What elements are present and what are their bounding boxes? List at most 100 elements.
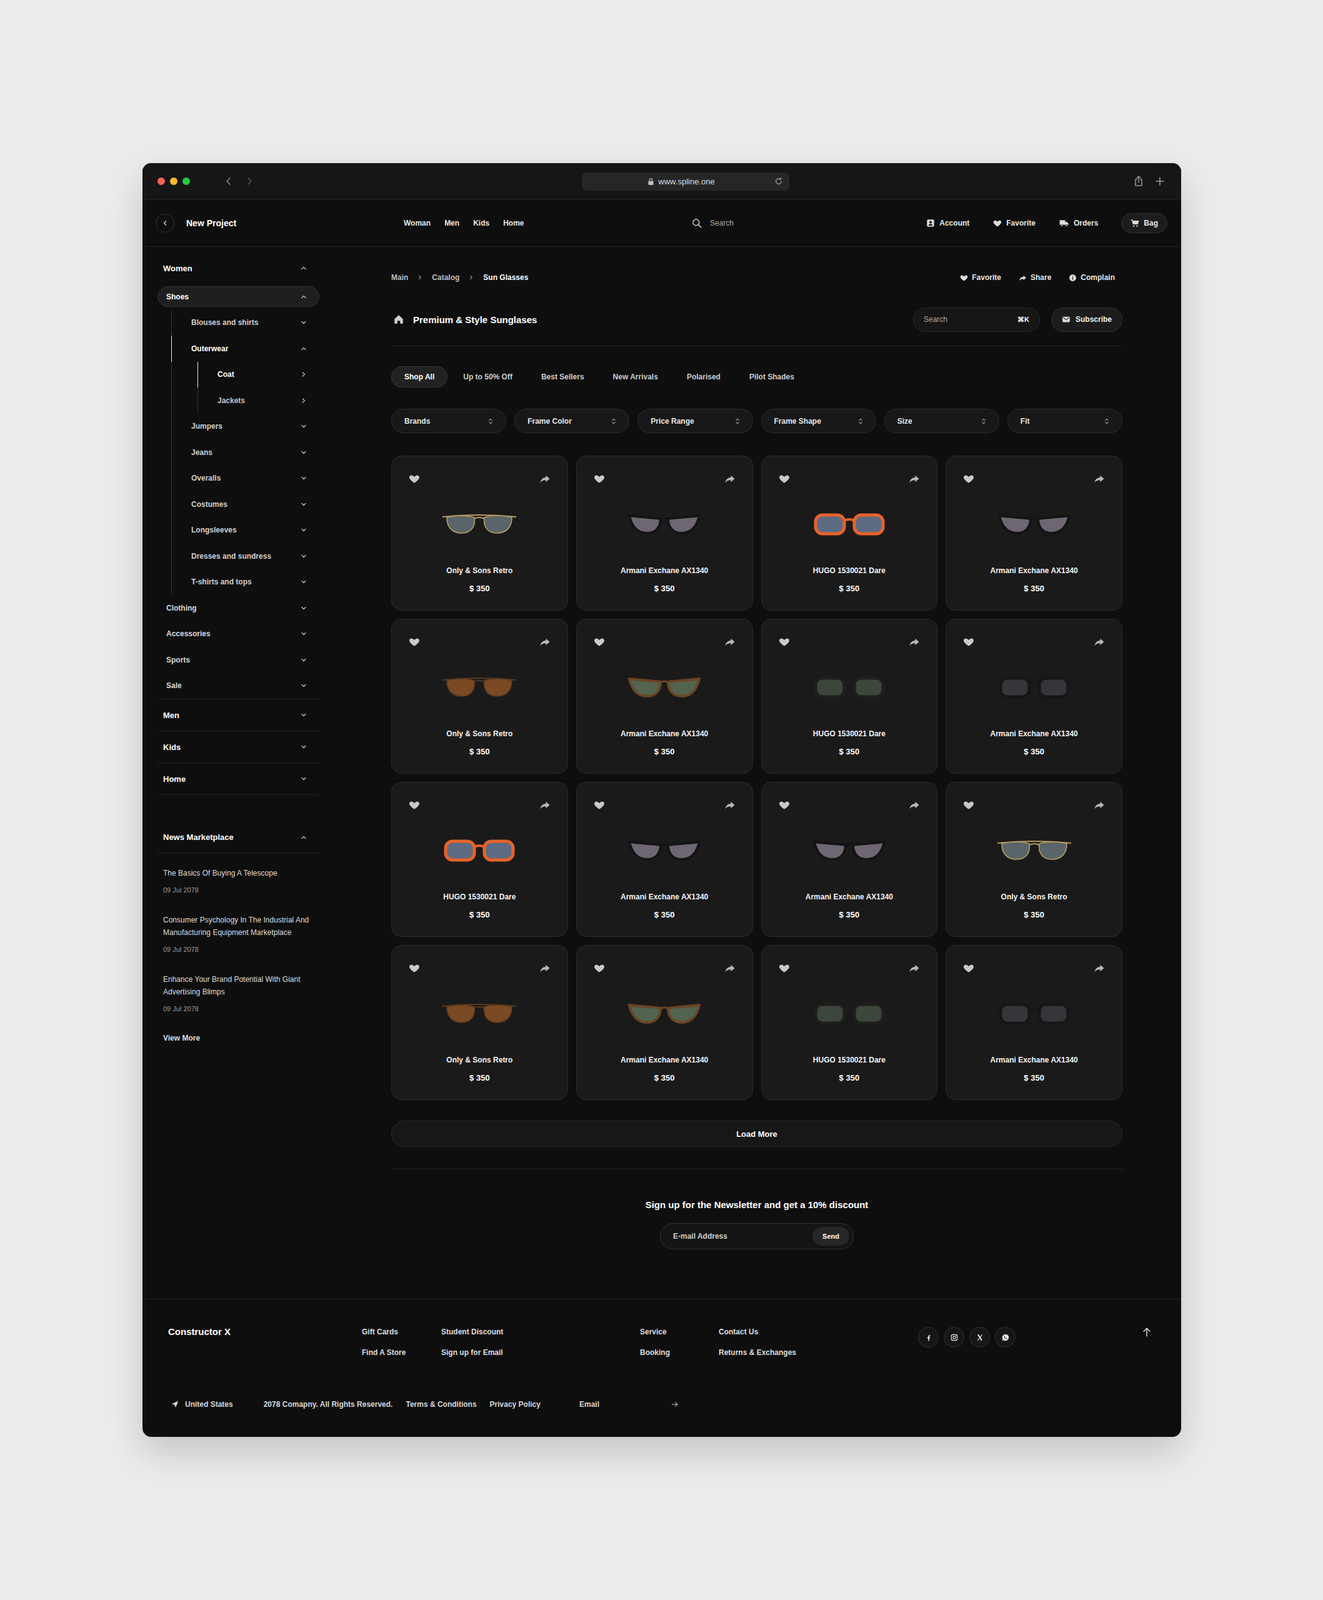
page-action[interactable]: Favorite bbox=[959, 273, 1002, 282]
product-card[interactable]: HUGO 1530021 Dare$ 350 bbox=[391, 781, 569, 937]
favorite-heart-icon[interactable] bbox=[593, 962, 605, 974]
product-card[interactable]: Armani Exchane AX1340$ 350 bbox=[945, 618, 1123, 774]
subcategory-item[interactable]: T-shirts and tops bbox=[171, 569, 320, 596]
share-icon[interactable] bbox=[1093, 962, 1105, 974]
footer-email-input[interactable]: Email bbox=[579, 1399, 680, 1409]
news-article[interactable]: Enhance Your Brand Potential With Giant … bbox=[157, 973, 320, 1015]
footer-link[interactable]: Gift Cards bbox=[361, 1325, 442, 1338]
category-item[interactable]: Sports bbox=[157, 649, 320, 670]
sidebar-section-header[interactable]: Home bbox=[157, 763, 320, 795]
footer-link[interactable]: Booking bbox=[639, 1346, 719, 1359]
minimize-button[interactable] bbox=[169, 177, 178, 185]
favorite-heart-icon[interactable] bbox=[593, 636, 605, 648]
page-action[interactable]: Complain bbox=[1068, 273, 1115, 282]
leaf-item[interactable]: Jackets bbox=[197, 387, 320, 414]
view-more-link[interactable]: View More bbox=[157, 1031, 320, 1045]
favorite-heart-icon[interactable] bbox=[408, 962, 420, 974]
breadcrumb[interactable]: Catalog bbox=[431, 273, 460, 282]
category-item[interactable]: Sale bbox=[157, 675, 320, 697]
product-card[interactable]: Armani Exchane AX1340$ 350 bbox=[761, 781, 939, 937]
filter-dropdown[interactable]: Brands bbox=[391, 408, 507, 434]
news-article[interactable]: The Basics Of Buying A Telescope09 Jul 2… bbox=[157, 866, 320, 897]
sidebar-section-header[interactable]: Women bbox=[157, 252, 320, 284]
category-item[interactable]: Accessories bbox=[157, 623, 320, 645]
subcategory-item[interactable]: Blouses and shirts bbox=[171, 309, 320, 337]
social-button[interactable] bbox=[918, 1326, 939, 1348]
legal-link[interactable]: Privacy Policy bbox=[489, 1399, 541, 1409]
subcategory-item[interactable]: Costumes bbox=[171, 491, 320, 518]
news-header[interactable]: News Marketplace bbox=[157, 821, 320, 854]
category-item[interactable]: Shoes bbox=[157, 286, 320, 307]
share-icon[interactable] bbox=[724, 962, 736, 974]
favorite-heart-icon[interactable] bbox=[778, 473, 790, 485]
product-card[interactable]: Only & Sons Retro$ 350 bbox=[391, 944, 569, 1100]
arrow-right-icon[interactable] bbox=[670, 1399, 680, 1409]
header-search[interactable]: Search bbox=[686, 217, 926, 229]
footer-link[interactable]: Contact Us bbox=[718, 1325, 919, 1338]
new-tab-icon[interactable] bbox=[1153, 174, 1167, 188]
subcategory-item[interactable]: Overalls bbox=[171, 465, 320, 492]
product-card[interactable]: Only & Sons Retro$ 350 bbox=[945, 781, 1123, 937]
favorite-heart-icon[interactable] bbox=[778, 799, 790, 811]
address-bar[interactable]: www.spline.one bbox=[581, 172, 790, 191]
product-card[interactable]: Armani Exchane AX1340$ 350 bbox=[576, 455, 754, 611]
product-card[interactable]: HUGO 1530021 Dare$ 350 bbox=[761, 944, 939, 1100]
header-action[interactable]: Orders bbox=[1058, 212, 1099, 234]
share-icon[interactable] bbox=[908, 473, 920, 485]
load-more-button[interactable]: Load More bbox=[391, 1120, 1123, 1147]
filter-dropdown[interactable]: Fit bbox=[1007, 408, 1123, 434]
page-action[interactable]: Share bbox=[1018, 273, 1052, 282]
subcategory-item[interactable]: Jumpers bbox=[171, 413, 320, 440]
favorite-heart-icon[interactable] bbox=[963, 636, 975, 648]
favorite-heart-icon[interactable] bbox=[593, 799, 605, 811]
nav-link[interactable]: Men bbox=[444, 218, 460, 228]
tab[interactable]: Up to 50% Off bbox=[449, 366, 526, 388]
favorite-heart-icon[interactable] bbox=[593, 473, 605, 485]
filter-dropdown[interactable]: Size bbox=[884, 408, 1000, 434]
product-card[interactable]: Armani Exchane AX1340$ 350 bbox=[576, 781, 754, 937]
product-card[interactable]: Only & Sons Retro$ 350 bbox=[391, 618, 569, 774]
product-card[interactable]: HUGO 1530021 Dare$ 350 bbox=[761, 618, 939, 774]
breadcrumb[interactable]: Sun Glasses bbox=[483, 273, 529, 282]
product-card[interactable]: Armani Exchane AX1340$ 350 bbox=[945, 455, 1123, 611]
breadcrumb[interactable]: Main bbox=[391, 273, 409, 282]
favorite-heart-icon[interactable] bbox=[408, 473, 420, 485]
news-article[interactable]: Consumer Psychology In The Industrial An… bbox=[157, 913, 320, 956]
favorite-heart-icon[interactable] bbox=[963, 473, 975, 485]
share-icon[interactable] bbox=[908, 636, 920, 648]
brand-logo[interactable]: Constructor X bbox=[168, 1325, 362, 1338]
region-selector[interactable]: United States bbox=[168, 1399, 234, 1409]
footer-link[interactable]: Find A Store bbox=[361, 1346, 442, 1359]
send-button[interactable]: Send bbox=[812, 1226, 850, 1246]
reload-icon[interactable] bbox=[774, 176, 784, 186]
scroll-top-arrow-icon[interactable] bbox=[1140, 1325, 1154, 1338]
share-icon[interactable] bbox=[1093, 799, 1105, 811]
header-action[interactable]: Account bbox=[925, 213, 970, 234]
favorite-heart-icon[interactable] bbox=[963, 962, 975, 974]
sidebar-section-header[interactable]: Men bbox=[157, 699, 320, 731]
header-action[interactable]: Bag bbox=[1121, 213, 1168, 234]
subcategory-item[interactable]: Jeans bbox=[171, 439, 320, 466]
share-icon[interactable] bbox=[724, 473, 736, 485]
product-card[interactable]: Armani Exchane AX1340$ 350 bbox=[576, 944, 754, 1100]
back-arrow-icon[interactable] bbox=[223, 176, 234, 187]
tab[interactable]: Shop All bbox=[391, 366, 448, 388]
footer-link[interactable]: Service bbox=[639, 1325, 719, 1338]
share-icon[interactable] bbox=[539, 799, 551, 811]
product-card[interactable]: Only & Sons Retro$ 350 bbox=[391, 455, 569, 611]
nav-link[interactable]: Home bbox=[503, 218, 524, 228]
subcategory-item[interactable]: Outerwear bbox=[171, 335, 320, 362]
favorite-heart-icon[interactable] bbox=[408, 636, 420, 648]
subscribe-button[interactable]: Subscribe bbox=[1051, 307, 1123, 332]
share-icon[interactable] bbox=[1132, 174, 1145, 188]
zoom-button[interactable] bbox=[182, 177, 190, 185]
nav-link[interactable]: Woman bbox=[403, 218, 431, 228]
social-button[interactable] bbox=[969, 1326, 990, 1348]
tab[interactable]: Best Sellers bbox=[528, 366, 598, 388]
catalog-search[interactable]: Search⌘K bbox=[913, 307, 1040, 332]
footer-link[interactable]: Returns & Exchanges bbox=[718, 1346, 919, 1359]
favorite-heart-icon[interactable] bbox=[778, 962, 790, 974]
filter-dropdown[interactable]: Frame Shape bbox=[761, 408, 877, 434]
close-button[interactable] bbox=[157, 177, 165, 185]
subcategory-item[interactable]: Longsleeves bbox=[171, 517, 320, 544]
